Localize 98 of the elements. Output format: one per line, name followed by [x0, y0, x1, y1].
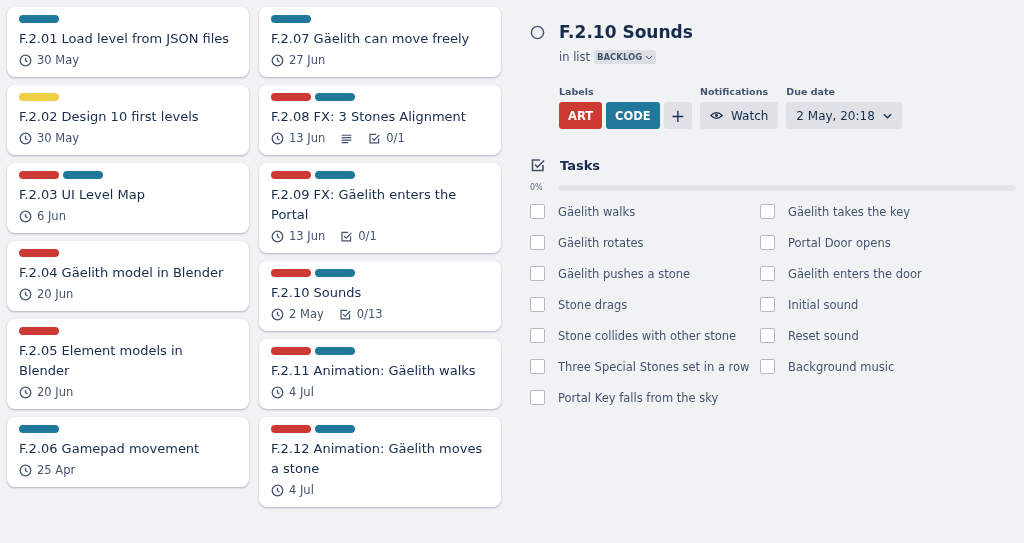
watch-button[interactable]: Watch — [699, 102, 779, 129]
card-title: F.2.07 Gäelith can move freely — [271, 30, 471, 48]
labels-heading: Labels — [559, 86, 595, 97]
card-title: F.2.04 Gäelith model in Blender — [19, 264, 225, 282]
card-title: F.2.03 UI Level Map — [19, 186, 146, 204]
card-title: F.2.09 FX: Gäelith enters the Portal — [271, 186, 458, 224]
task-card[interactable]: F.2.03 UI Level Map 6 Jun — [7, 163, 249, 233]
list-prefix: in list — [559, 50, 591, 64]
checklist-icon — [530, 157, 546, 173]
task-label: Three Special Stones set in a row — [558, 359, 750, 374]
clock-icon — [271, 53, 284, 67]
checklist-count: 0/13 — [356, 307, 383, 321]
task-card[interactable]: F.2.09 FX: Gäelith enters the Portal 13 Jun 0/1 — [259, 163, 501, 253]
card-title: F.2.10 Sounds — [271, 284, 363, 302]
due-date: 13 Jun — [289, 229, 326, 243]
clock-icon — [19, 53, 32, 67]
task-checkbox[interactable] — [530, 297, 545, 312]
card-title: F.2.06 Gamepad movement — [19, 440, 201, 458]
task-checkbox[interactable] — [530, 328, 545, 343]
task-label: Gäelith enters the door — [788, 266, 922, 281]
clock-icon — [19, 463, 32, 477]
due-date: 25 Apr — [37, 463, 76, 477]
task-card[interactable]: F.2.07 Gäelith can move freely 27 Jun — [259, 7, 501, 77]
task-card[interactable]: F.2.02 Design 10 first levels 30 May — [7, 85, 249, 155]
due-date-dropdown[interactable]: 2 May, 20:18 — [786, 102, 902, 129]
clock-icon — [271, 385, 284, 399]
task-checkbox[interactable] — [530, 235, 545, 250]
task-card[interactable]: F.2.04 Gäelith model in Blender 20 Jun — [7, 241, 249, 311]
card-title: F.2.05 Element models in Blender — [19, 342, 184, 380]
task-checkbox[interactable] — [760, 235, 775, 250]
task-checkbox[interactable] — [530, 204, 545, 219]
task-card[interactable]: F.2.01 Load level from JSON files 30 May — [7, 7, 249, 77]
task-label: Stone collides with other stone — [558, 328, 737, 343]
chevron-down-icon — [645, 54, 654, 60]
task-label: Gäelith pushes a stone — [558, 266, 691, 281]
complete-toggle-icon[interactable] — [530, 24, 545, 40]
clock-icon — [19, 209, 32, 223]
due-date: 30 May — [37, 53, 80, 67]
task-card[interactable]: F.2.11 Animation: Gäelith walks 4 Jul — [259, 339, 501, 409]
checklist-count: 0/1 — [386, 131, 405, 145]
task-card[interactable]: F.2.10 Sounds 2 May 0/13 — [259, 261, 501, 331]
clock-icon — [271, 131, 284, 145]
checklist-icon — [338, 307, 352, 321]
label-chip[interactable]: CODE — [606, 102, 660, 129]
task-label: Portal Door opens — [788, 235, 891, 250]
clock-icon — [19, 287, 32, 301]
task-checkbox[interactable] — [760, 297, 775, 312]
due-date: 20 Jun — [37, 385, 74, 399]
due-date: 20 Jun — [37, 287, 74, 301]
task-label: Initial sound — [788, 297, 859, 312]
progress-percent: 0% — [530, 183, 544, 192]
task-label: Background music — [788, 359, 895, 374]
task-label: Reset sound — [788, 328, 859, 343]
list-dropdown[interactable]: BACKLOG — [594, 50, 657, 64]
task-checkbox[interactable] — [530, 266, 545, 281]
clock-icon — [19, 385, 32, 399]
task-checkbox[interactable] — [760, 266, 775, 281]
card-title: F.2.02 Design 10 first levels — [19, 108, 200, 126]
add-label-button[interactable]: + — [663, 102, 692, 129]
task-card[interactable]: F.2.06 Gamepad movement 25 Apr — [7, 417, 249, 487]
checklist-icon — [368, 131, 382, 145]
due-date: 6 Jun — [37, 209, 66, 223]
chevron-down-icon — [882, 112, 892, 119]
eye-icon — [709, 111, 723, 120]
checklist-count: 0/1 — [358, 229, 377, 243]
task-checkbox[interactable] — [760, 204, 775, 219]
tasks-heading: Tasks — [560, 157, 601, 173]
clock-icon — [271, 307, 284, 321]
task-checkbox[interactable] — [760, 328, 775, 343]
due-date: 2 May — [289, 307, 324, 321]
due-date: 4 Jul — [289, 483, 314, 497]
checklist-icon — [340, 229, 354, 243]
due-date: 4 Jul — [289, 385, 314, 399]
task-checkbox[interactable] — [760, 359, 775, 374]
card-title: F.2.01 Load level from JSON files — [19, 30, 231, 48]
task-checkbox[interactable] — [530, 390, 545, 405]
card-title: F.2.12 Animation: Gäelith moves a stone — [271, 440, 484, 478]
task-checkbox[interactable] — [530, 359, 545, 374]
due-date-heading: Due date — [786, 86, 836, 97]
due-date: 27 Jun — [289, 53, 326, 67]
label-chip[interactable]: ART — [559, 102, 603, 129]
task-label: Stone drags — [558, 297, 628, 312]
clock-icon — [19, 131, 32, 145]
card-detail-title: F.2.10 Sounds — [559, 22, 693, 42]
task-label: Gäelith rotates — [558, 235, 644, 250]
due-date: 30 May — [37, 131, 80, 145]
task-label: Portal Key falls from the sky — [558, 390, 719, 405]
due-date: 13 Jun — [289, 131, 326, 145]
task-card[interactable]: F.2.08 FX: 3 Stones Alignment 13 Jun 0/1 — [259, 85, 501, 155]
task-card[interactable]: F.2.05 Element models in Blender 20 Jun — [7, 319, 249, 409]
notifications-heading: Notifications — [699, 86, 770, 97]
task-label: Gäelith walks — [558, 204, 636, 219]
card-title: F.2.08 FX: 3 Stones Alignment — [271, 108, 467, 126]
clock-icon — [271, 229, 284, 243]
task-card[interactable]: F.2.12 Animation: Gäelith moves a stone 4 Jul — [259, 417, 501, 507]
task-label: Gäelith takes the key — [788, 204, 911, 219]
clock-icon — [271, 483, 284, 497]
card-title: F.2.11 Animation: Gäelith walks — [271, 362, 477, 380]
